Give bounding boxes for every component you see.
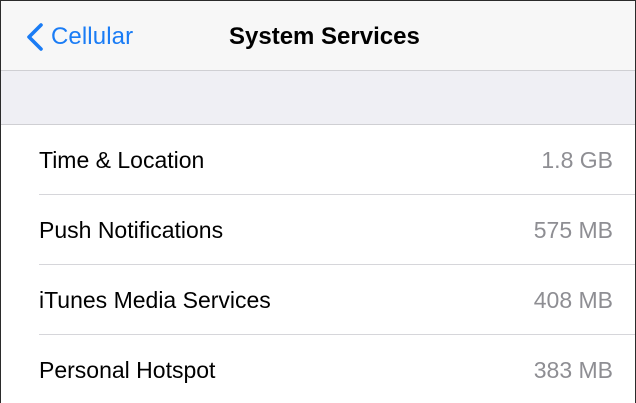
service-name: Push Notifications: [39, 216, 224, 243]
data-usage-value: 408 MB: [533, 286, 613, 313]
data-usage-value: 1.8 GB: [541, 146, 613, 173]
chevron-left-icon: [27, 23, 43, 51]
screen: Cellular System Services Time & Location…: [0, 0, 636, 403]
service-name: iTunes Media Services: [39, 286, 271, 313]
services-list: Time & Location 1.8 GB Push Notification…: [1, 125, 635, 403]
service-name: Personal Hotspot: [39, 356, 216, 383]
back-button[interactable]: Cellular: [25, 19, 133, 55]
list-item[interactable]: Push Notifications 575 MB: [1, 195, 635, 265]
section-header-spacer: [1, 71, 635, 125]
back-button-label: Cellular: [51, 23, 134, 50]
page-title: System Services: [229, 23, 420, 50]
list-item[interactable]: Time & Location 1.8 GB: [1, 125, 635, 195]
data-usage-value: 383 MB: [533, 356, 613, 383]
list-item[interactable]: iTunes Media Services 408 MB: [1, 265, 635, 335]
service-name: Time & Location: [39, 146, 205, 173]
data-usage-value: 575 MB: [533, 216, 613, 243]
navigation-bar: Cellular System Services: [1, 1, 635, 71]
list-item[interactable]: Personal Hotspot 383 MB: [1, 335, 635, 403]
